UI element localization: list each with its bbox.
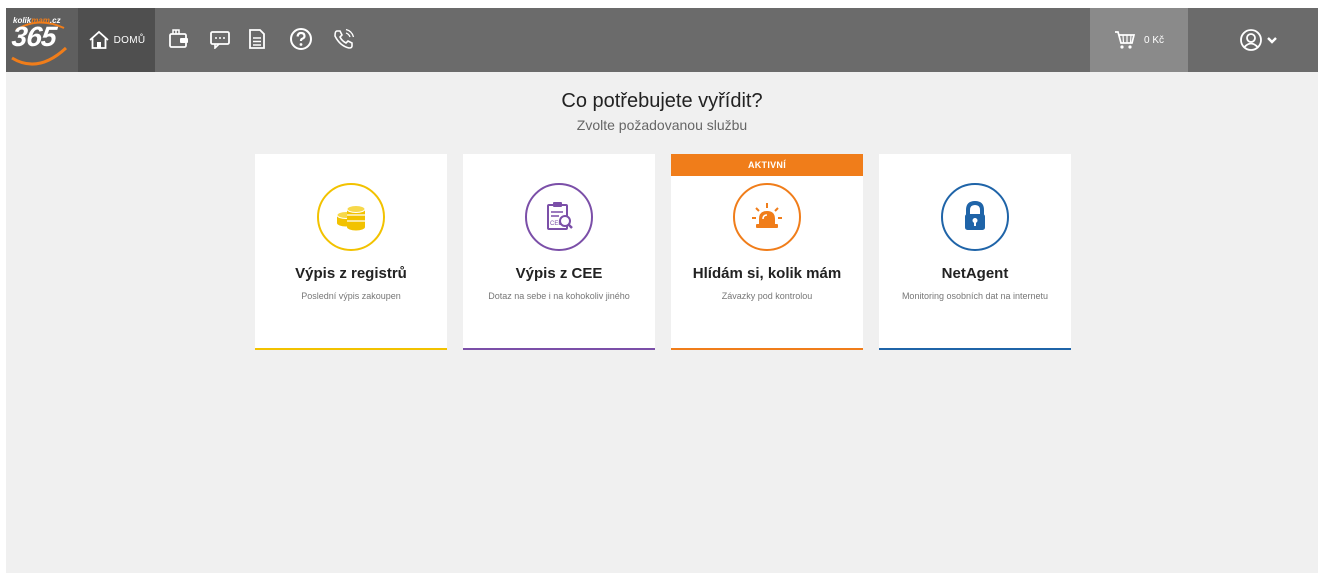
- card-description: Závazky pod kontrolou: [721, 291, 813, 301]
- nav-messages[interactable]: [204, 23, 236, 55]
- service-card-monitor[interactable]: AKTIVNÍ Hlídám si, kolik mám Závazky pod…: [671, 154, 863, 350]
- page-subtitle: Zvolte požadovanou službu: [576, 117, 748, 133]
- document-search-icon: CEE: [547, 202, 573, 230]
- alarm-light-icon: [752, 203, 782, 228]
- chat-icon: [210, 31, 230, 49]
- nav-wallet[interactable]: [163, 23, 195, 55]
- cart-total: 0 Kč: [1143, 34, 1164, 46]
- service-card-cee[interactable]: CEE Výpis z CEE Dotaz na sebe i na kohok…: [463, 154, 655, 350]
- home-icon: [89, 30, 109, 49]
- help-icon: [290, 28, 312, 50]
- nav-help[interactable]: [285, 23, 317, 55]
- logo-number: 365: [10, 21, 58, 52]
- card-accent-line: [879, 348, 1071, 350]
- card-title: Výpis z registrů: [295, 265, 407, 282]
- user-icon: [1239, 29, 1262, 51]
- chevron-down-icon: [1266, 37, 1277, 44]
- card-accent-line: [671, 348, 863, 350]
- nav-documents[interactable]: [241, 23, 273, 55]
- card-icon-circle: [941, 183, 1009, 251]
- app-window: kolikmam.cz 365 DOMŮ 0 Kč Co potřebujete…: [6, 8, 1318, 573]
- card-icon-circle: [733, 183, 801, 251]
- card-accent-line: [255, 348, 447, 350]
- nav-contact[interactable]: [328, 23, 360, 55]
- coins-icon: [336, 205, 366, 231]
- card-description: Poslední výpis zakoupen: [301, 291, 401, 301]
- service-card-netagent[interactable]: NetAgent Monitoring osobních dat na inte…: [879, 154, 1071, 350]
- card-title: Výpis z CEE: [515, 265, 603, 282]
- service-card-registry[interactable]: Výpis z registrů Poslední výpis zakoupen: [255, 154, 447, 350]
- top-bar: kolikmam.cz 365 DOMŮ 0 Kč: [6, 8, 1318, 72]
- wallet-icon: [169, 29, 188, 48]
- card-description: Monitoring osobních dat na internetu: [901, 291, 1049, 301]
- document-icon: [249, 29, 265, 49]
- card-description: Dotaz na sebe i na kohokoliv jiného: [488, 291, 630, 301]
- card-icon-circle: CEE: [525, 183, 593, 251]
- card-accent-line: [463, 348, 655, 350]
- active-badge: AKTIVNÍ: [671, 154, 863, 176]
- card-icon-circle: [317, 183, 385, 251]
- card-title: NetAgent: [941, 265, 1009, 282]
- cart-button[interactable]: 0 Kč: [1090, 8, 1188, 72]
- lock-icon: [965, 200, 985, 230]
- account-menu[interactable]: [1228, 24, 1288, 56]
- card-title: Hlídám si, kolik mám: [692, 265, 842, 282]
- page-title: Co potřebujete vyřídit?: [561, 90, 763, 112]
- cart-icon: [1114, 31, 1136, 49]
- phone-call-icon: [334, 28, 355, 49]
- nav-home[interactable]: DOMŮ: [78, 8, 155, 72]
- nav-home-label: DOMŮ: [113, 34, 146, 46]
- logo[interactable]: kolikmam.cz 365: [6, 8, 78, 72]
